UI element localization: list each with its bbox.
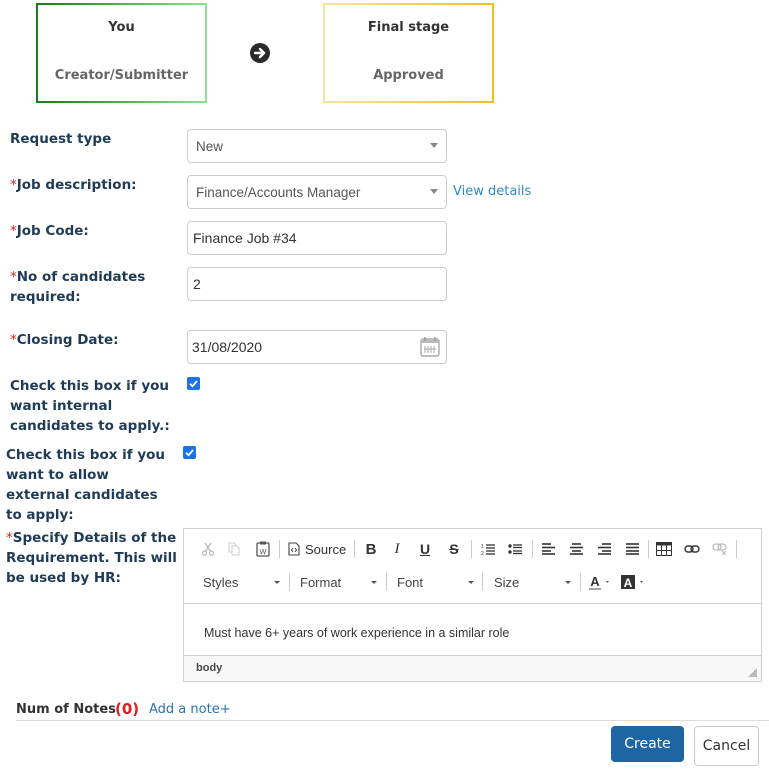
- required-marker: *: [10, 269, 17, 285]
- closing-date-label: *Closing Date:: [10, 332, 119, 348]
- paste-from-word-icon[interactable]: W: [253, 535, 273, 563]
- chevron-down-icon: [371, 581, 377, 584]
- styles-dropdown[interactable]: Styles: [203, 568, 280, 596]
- bold-icon[interactable]: B: [361, 535, 381, 563]
- copy-icon[interactable]: [224, 535, 244, 563]
- internal-candidates-label: Check this box if you want internal cand…: [10, 378, 170, 434]
- underline-icon[interactable]: U: [415, 535, 435, 563]
- divider: [16, 720, 769, 721]
- editor-toolbar: W Source B I U S 12 Styles Format Font S…: [184, 529, 761, 604]
- toolbar-separator: [289, 573, 290, 591]
- svg-text:2: 2: [481, 551, 484, 556]
- stage-role: Creator/Submitter: [54, 68, 189, 83]
- stage-creator: You Creator/Submitter: [36, 3, 207, 103]
- chevron-down-icon: [565, 581, 571, 584]
- toolbar-separator: [580, 573, 581, 591]
- candidates-label: *No of candidates required:: [10, 269, 146, 305]
- rich-text-editor: W Source B I U S 12 Styles Format Font S…: [183, 528, 762, 682]
- svg-text:A: A: [624, 576, 633, 590]
- required-marker: *: [10, 332, 17, 348]
- job-description-label: *Job description:: [10, 177, 137, 193]
- required-marker: *: [10, 177, 17, 193]
- toolbar-separator: [279, 540, 280, 558]
- align-left-icon[interactable]: [538, 535, 558, 563]
- element-path[interactable]: body: [196, 662, 222, 674]
- job-code-label: *Job Code:: [10, 223, 89, 239]
- required-marker: *: [10, 223, 17, 239]
- toolbar-separator: [386, 573, 387, 591]
- external-candidates-checkbox[interactable]: [183, 446, 196, 459]
- chevron-down-icon: [274, 581, 280, 584]
- request-type-value: New: [196, 139, 224, 154]
- align-right-icon[interactable]: [594, 535, 614, 563]
- arrow-circle-right-icon: [250, 43, 270, 63]
- toolbar-separator: [648, 540, 649, 558]
- cancel-button[interactable]: Cancel: [694, 726, 759, 766]
- details-label: *Specify Details of the Requirement. Thi…: [6, 530, 177, 586]
- toolbar-row-1: W Source B I U S 12: [184, 535, 761, 563]
- internal-candidates-checkbox[interactable]: [187, 377, 200, 390]
- job-code-input[interactable]: Finance Job #34: [187, 221, 447, 255]
- request-type-select[interactable]: New: [187, 129, 447, 163]
- italic-icon[interactable]: I: [387, 535, 407, 563]
- request-type-label: Request type: [10, 131, 112, 147]
- calendar-icon[interactable]: [420, 336, 440, 368]
- text-color-button[interactable]: A: [589, 568, 615, 596]
- resize-handle[interactable]: [748, 668, 757, 677]
- stage-role: Approved: [373, 68, 444, 83]
- format-dropdown[interactable]: Format: [300, 568, 377, 596]
- editor-status-bar: body: [184, 655, 761, 681]
- svg-text:A: A: [590, 574, 600, 589]
- source-button[interactable]: Source: [288, 535, 348, 563]
- size-dropdown[interactable]: Size: [494, 568, 571, 596]
- notes-count: (0): [115, 700, 140, 718]
- align-center-icon[interactable]: [566, 535, 586, 563]
- toolbar-separator: [471, 540, 472, 558]
- job-description-select[interactable]: Finance/Accounts Manager: [187, 175, 447, 209]
- toolbar-separator: [736, 540, 737, 558]
- view-details-link[interactable]: View details: [453, 184, 531, 199]
- svg-text:W: W: [260, 548, 267, 556]
- toolbar-separator: [354, 540, 355, 558]
- toolbar-row-2: Styles Format Font Size A A: [184, 568, 761, 596]
- source-icon: [288, 542, 300, 556]
- closing-date-input[interactable]: 31/08/2020: [187, 330, 447, 364]
- numbered-list-icon[interactable]: 12: [478, 535, 498, 563]
- external-candidates-label: Check this box if you want to allow exte…: [6, 447, 166, 523]
- table-icon[interactable]: [654, 535, 674, 563]
- link-icon[interactable]: [682, 535, 702, 563]
- toolbar-separator: [482, 573, 483, 591]
- create-button[interactable]: Create: [611, 726, 684, 762]
- toolbar-separator: [532, 540, 533, 558]
- strikethrough-icon[interactable]: S: [444, 535, 464, 563]
- notes-label: Num of Notes: [16, 702, 116, 717]
- job-description-value: Finance/Accounts Manager: [196, 185, 361, 200]
- background-color-icon: A: [621, 575, 643, 590]
- stage-final: Final stage Approved: [323, 3, 494, 103]
- chevron-down-icon: [468, 581, 474, 584]
- chevron-down-icon: [430, 143, 438, 148]
- candidates-input[interactable]: 2: [187, 267, 447, 301]
- background-color-button[interactable]: A: [621, 568, 649, 596]
- unlink-icon[interactable]: [710, 535, 730, 563]
- stage-title: Final stage: [367, 20, 450, 35]
- add-note-link[interactable]: Add a note+: [149, 702, 231, 717]
- justify-icon[interactable]: [622, 535, 642, 563]
- bulleted-list-icon[interactable]: [505, 535, 525, 563]
- svg-text:1: 1: [481, 544, 484, 550]
- text-color-icon: A: [589, 574, 609, 590]
- chevron-down-icon: [430, 189, 438, 194]
- font-dropdown[interactable]: Font: [397, 568, 474, 596]
- stage-title: You: [108, 20, 135, 35]
- required-marker: *: [6, 530, 13, 546]
- cut-icon[interactable]: [198, 535, 218, 563]
- editor-content[interactable]: Must have 6+ years of work experience in…: [184, 604, 761, 655]
